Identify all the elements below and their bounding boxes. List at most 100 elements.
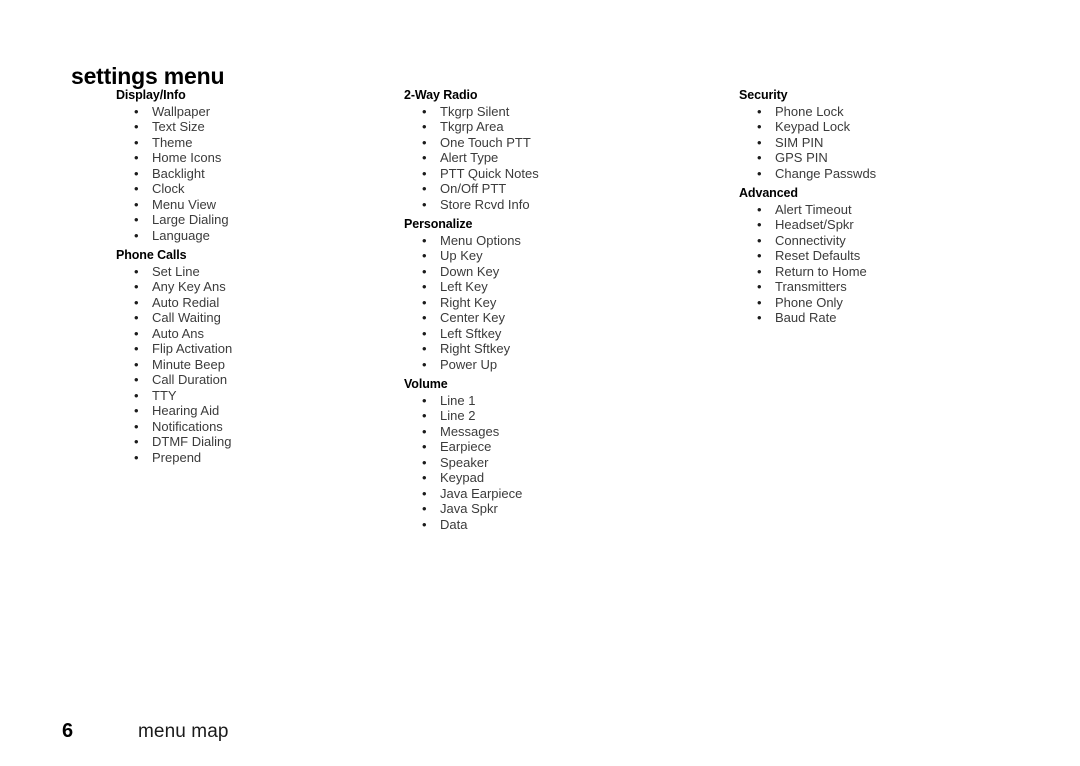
menu-item-label: Text Size <box>152 119 205 134</box>
section-heading: Phone Calls <box>116 248 187 262</box>
menu-item-label: Earpiece <box>440 439 492 454</box>
bullet-icon: • <box>134 279 139 294</box>
menu-item: • DTMF Dialing <box>116 434 386 450</box>
bullet-icon: • <box>757 150 762 165</box>
menu-item: • Menu Options <box>404 233 704 249</box>
bullet-icon: • <box>134 294 139 310</box>
bullet-icon: • <box>422 150 427 165</box>
menu-section: Volume • Line 1 • Line 2 • Messages • Earpiece • S… <box>404 377 704 532</box>
bullet-icon: • <box>757 232 762 248</box>
menu-item-label: Menu View <box>152 196 217 212</box>
menu-item-label: Minute Beep <box>152 356 225 372</box>
section-item-list: • Set Line • Any Key Ans • Auto Redial • Call W… <box>116 264 386 466</box>
menu-item-label: Prepend <box>152 449 202 465</box>
menu-item: • SIM PIN <box>739 135 1039 151</box>
bullet-icon: • <box>422 119 427 134</box>
menu-item-label: Alert Timeout <box>775 201 852 217</box>
menu-item: • Call Duration <box>116 372 386 388</box>
menu-item: • Auto Ans <box>116 326 386 342</box>
menu-item: • Java Earpiece <box>404 486 704 502</box>
menu-item-label: Notifications <box>152 418 223 434</box>
bullet-icon: • <box>422 341 427 356</box>
menu-item: • Line 1 <box>404 393 704 409</box>
menu-item-label: Tkgrp Area <box>440 119 504 134</box>
menu-item-label: Backlight <box>152 165 205 181</box>
menu-item-label: Data <box>440 516 468 532</box>
menu-item: • Language <box>116 228 386 244</box>
menu-item: • Return to Home <box>739 264 1039 280</box>
bullet-icon: • <box>134 165 139 181</box>
bullet-icon: • <box>757 165 762 181</box>
menu-item: • Auto Redial <box>116 295 386 311</box>
bullet-icon: • <box>422 279 427 294</box>
bullet-icon: • <box>422 196 427 212</box>
bullet-icon: • <box>757 217 762 232</box>
menu-item: • On/Off PTT <box>404 181 704 197</box>
menu-item-label: One Touch PTT <box>440 134 531 150</box>
menu-item: • Line 2 <box>404 408 704 424</box>
menu-item: • Alert Type <box>404 150 704 166</box>
menu-item: • Store Rcvd Info <box>404 197 704 213</box>
menu-item-label: Java Spkr <box>440 501 498 516</box>
section-item-list: • Tkgrp Silent • Tkgrp Area • One Touch PTT • A… <box>404 104 704 213</box>
menu-item: • Keypad Lock <box>739 119 1039 135</box>
bullet-icon: • <box>757 119 762 134</box>
menu-item-label: Wallpaper <box>152 103 211 119</box>
bullet-icon: • <box>134 212 139 227</box>
section-item-list: • Alert Timeout • Headset/Spkr • Connectivity… <box>739 202 1039 326</box>
menu-item-label: Messages <box>440 423 500 439</box>
bullet-icon: • <box>134 119 139 134</box>
menu-item-label: Tkgrp Silent <box>440 103 510 119</box>
menu-item: • TTY <box>116 388 386 404</box>
menu-item-label: Phone Only <box>775 294 843 310</box>
menu-column-2: Security • Phone Lock • Keypad Lock • SIM PIN •… <box>739 88 1039 326</box>
menu-item: • Set Line <box>116 264 386 280</box>
menu-item-label: Return to Home <box>775 263 867 279</box>
page-title: settings menu <box>71 63 225 90</box>
menu-item: • Change Passwds <box>739 166 1039 182</box>
menu-item: • Large Dialing <box>116 212 386 228</box>
menu-item: • Clock <box>116 181 386 197</box>
menu-item: • Left Sftkey <box>404 326 704 342</box>
bullet-icon: • <box>134 310 139 325</box>
menu-item: • Right Sftkey <box>404 341 704 357</box>
section-item-list: • Menu Options • Up Key • Down Key • Left Key • R… <box>404 233 704 373</box>
menu-item: • Right Key <box>404 295 704 311</box>
menu-item-label: Auto Ans <box>152 325 205 341</box>
menu-item-label: Baud Rate <box>775 310 837 325</box>
bullet-icon: • <box>134 387 139 403</box>
bullet-icon: • <box>422 392 427 408</box>
page-footer: 6 menu map <box>0 718 1080 752</box>
bullet-icon: • <box>134 449 139 465</box>
bullet-icon: • <box>134 372 139 387</box>
menu-item: • Flip Activation <box>116 341 386 357</box>
bullet-icon: • <box>422 232 427 248</box>
bullet-icon: • <box>134 403 139 418</box>
bullet-icon: • <box>422 454 427 470</box>
bullet-icon: • <box>422 408 427 423</box>
menu-item-label: Any Key Ans <box>152 279 226 294</box>
menu-item: • Alert Timeout <box>739 202 1039 218</box>
menu-item: • Theme <box>116 135 386 151</box>
section-item-list: • Wallpaper • Text Size • Theme • Home Icons • Ba… <box>116 104 386 244</box>
menu-section: Personalize • Menu Options • Up Key • Down Key… <box>404 217 704 372</box>
bullet-icon: • <box>422 470 427 485</box>
menu-item: • Earpiece <box>404 439 704 455</box>
menu-section: Security • Phone Lock • Keypad Lock • SIM PIN •… <box>739 88 1039 181</box>
bullet-icon: • <box>134 325 139 341</box>
menu-item: • PTT Quick Notes <box>404 166 704 182</box>
section-item-list: • Phone Lock • Keypad Lock • SIM PIN • GPS PIN •… <box>739 104 1039 182</box>
menu-item-label: Line 2 <box>440 408 476 423</box>
bullet-icon: • <box>757 263 762 279</box>
menu-item: • Data <box>404 517 704 533</box>
menu-item: • One Touch PTT <box>404 135 704 151</box>
bullet-icon: • <box>134 181 139 196</box>
bullet-icon: • <box>422 103 427 119</box>
menu-item: • Transmitters <box>739 279 1039 295</box>
menu-item-label: Up Key <box>440 248 483 263</box>
menu-item-label: Java Earpiece <box>440 485 523 501</box>
bullet-icon: • <box>134 263 139 279</box>
bullet-icon: • <box>422 181 427 196</box>
menu-item-label: Change Passwds <box>775 165 877 181</box>
bullet-icon: • <box>757 279 762 294</box>
